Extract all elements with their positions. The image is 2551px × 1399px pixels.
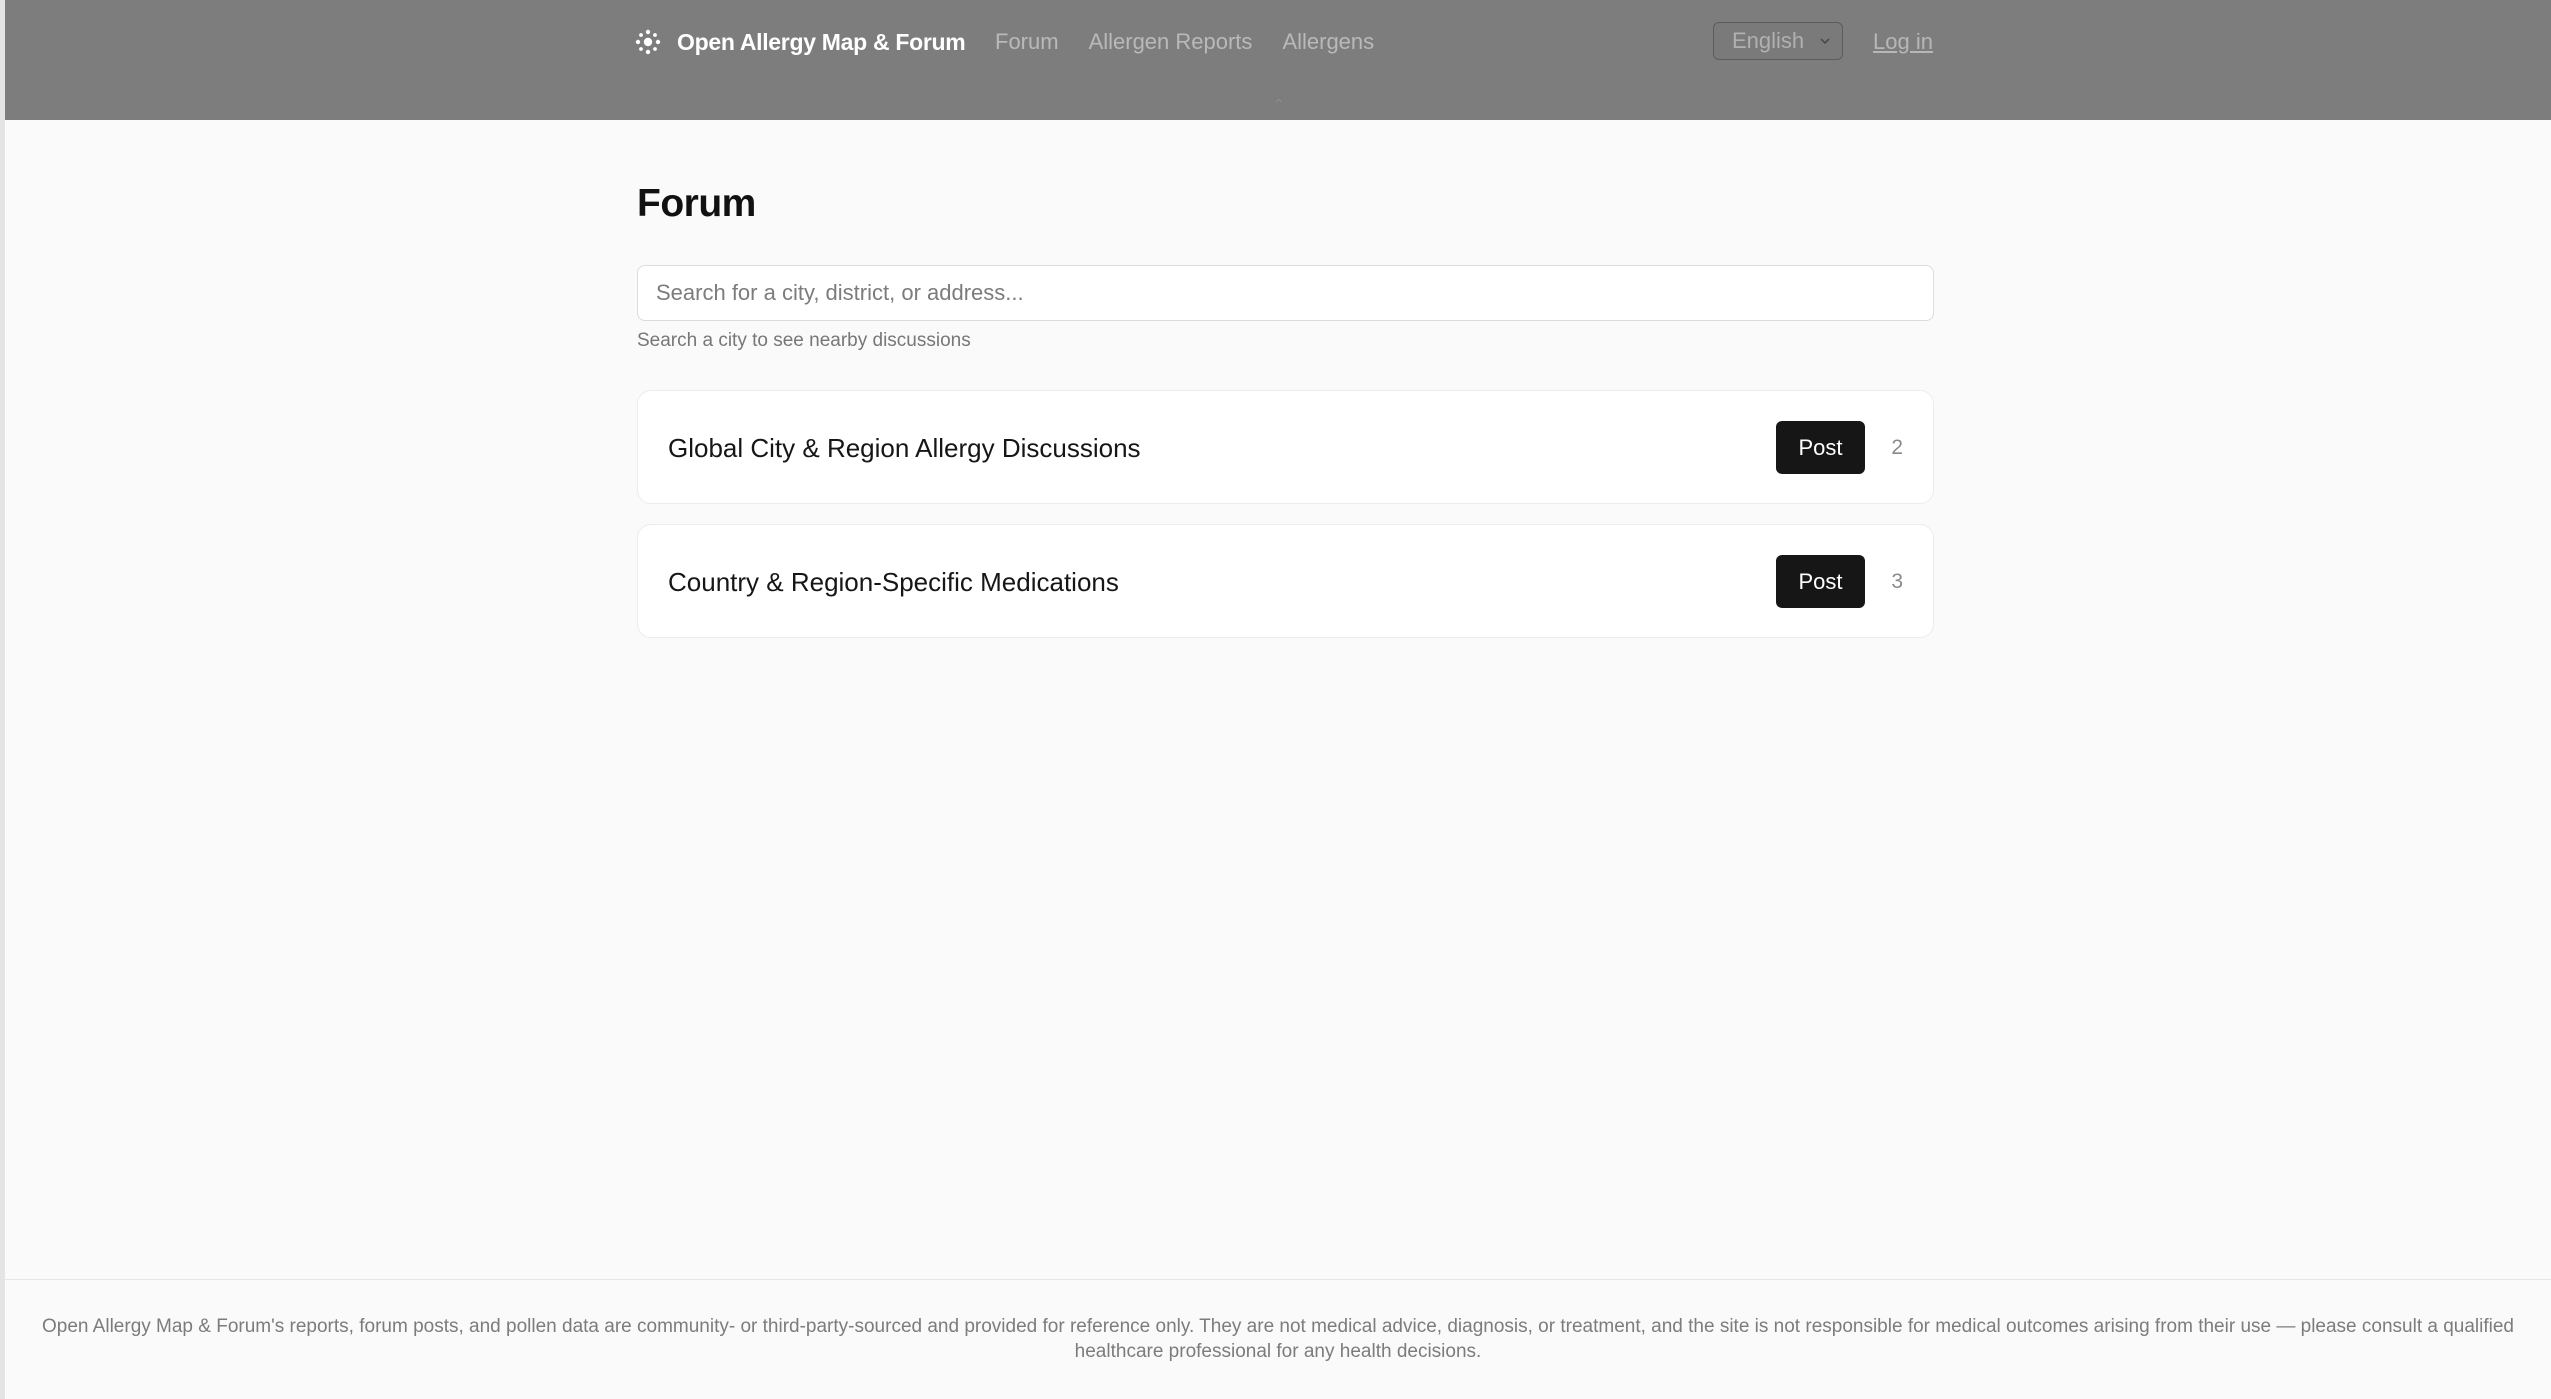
search-hint: Search a city to see nearby discussions [637, 330, 971, 351]
top-navbar: Open Allergy Map & Forum Forum Allergen … [5, 0, 2551, 120]
language-selected-value: English [1732, 28, 1805, 53]
login-link[interactable]: Log in [1873, 26, 1933, 58]
post-button[interactable]: Post [1776, 421, 1865, 474]
footer: Open Allergy Map & Forum's reports, foru… [5, 1279, 2551, 1399]
caret-up-icon: ⌃ [1273, 96, 1285, 112]
nav-allergens[interactable]: Allergens [1282, 26, 1374, 58]
category-list: Global City & Region Allergy Discussions… [637, 390, 1934, 658]
category-title: Global City & Region Allergy Discussions [668, 433, 1141, 463]
footer-disclaimer: Open Allergy Map & Forum's reports, foru… [41, 1316, 2515, 1362]
chevron-down-icon [1820, 38, 1830, 45]
nav-allergen-reports[interactable]: Allergen Reports [1089, 26, 1253, 58]
page-title: Forum [637, 182, 756, 225]
language-select[interactable]: English [1713, 22, 1843, 60]
post-count: 2 [1891, 436, 1903, 459]
main-nav: Forum Allergen Reports Allergens [995, 26, 1374, 58]
post-count: 3 [1891, 570, 1903, 593]
category-card[interactable]: Global City & Region Allergy Discussions… [637, 390, 1934, 504]
page: Open Allergy Map & Forum Forum Allergen … [0, 0, 2551, 1399]
brand-name: Open Allergy Map & Forum [677, 28, 966, 55]
location-search-input[interactable] [637, 265, 1934, 321]
category-title: Country & Region-Specific Medications [668, 567, 1119, 597]
category-card[interactable]: Country & Region-Specific Medications Po… [637, 524, 1934, 638]
pollen-icon [635, 29, 661, 55]
navbar-content: Open Allergy Map & Forum Forum Allergen … [633, 0, 1933, 84]
brand-link[interactable]: Open Allergy Map & Forum [633, 24, 966, 60]
post-button[interactable]: Post [1776, 555, 1865, 608]
nav-forum[interactable]: Forum [995, 26, 1059, 58]
